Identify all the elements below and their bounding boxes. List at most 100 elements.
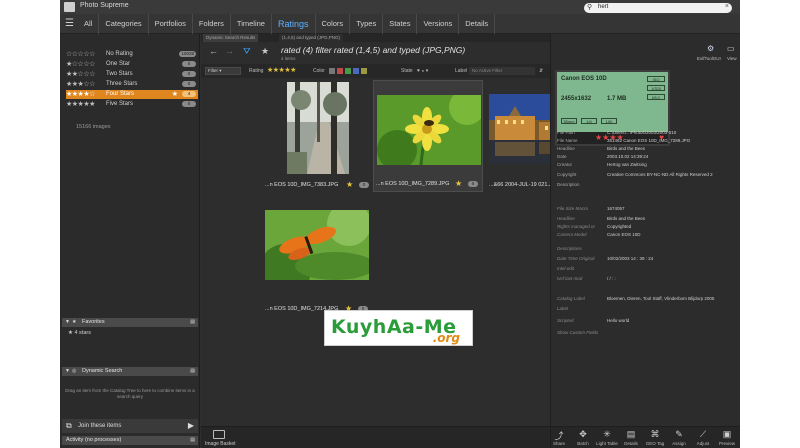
color-swatch[interactable]	[329, 68, 335, 74]
tab-details[interactable]: Details	[459, 14, 496, 34]
favorite-star-icon[interactable]: ★	[261, 46, 269, 57]
adjust-icon[interactable]: ⟋	[691, 429, 715, 440]
item-count: 4 items	[281, 56, 296, 61]
tab-ratings[interactable]: Ratings	[272, 14, 316, 34]
geo-tag-icon[interactable]: ⌘	[643, 429, 667, 440]
tab-folders[interactable]: Folders	[193, 14, 231, 34]
favorite-item-label: 4 stars	[74, 330, 91, 336]
favorite-star-icon[interactable]: ★	[172, 90, 178, 98]
play-icon[interactable]: ▶	[188, 421, 194, 430]
favorite-item[interactable]: ★ 4 stars	[68, 330, 91, 336]
metadata-value[interactable]: 351462 Canon EOS 10D_IMG_7289.JPG	[607, 138, 690, 143]
panel-menu-icon[interactable]: ▤	[190, 368, 195, 374]
tab-dynamic-results[interactable]: Dynamic Search Results	[203, 34, 259, 42]
metadata-row: Intel edit	[557, 266, 737, 273]
metadata-value[interactable]: Creative Commons BY-NC-ND All Rights Res…	[607, 172, 713, 177]
batch-icon[interactable]: ✥	[571, 429, 595, 440]
metadata-value[interactable]: C:\Users\...\Photos\2003\2003-010	[607, 130, 676, 135]
tab-filter-results[interactable]: (1,4,5) and typed (JPG,PNG)	[279, 34, 344, 42]
collapse-arrow-icon[interactable]: ▼	[65, 319, 70, 325]
rating-item-five-stars[interactable]: ★★★★★ Five Stars 0	[66, 100, 198, 109]
color-swatch[interactable]	[337, 68, 343, 74]
metadata-value[interactable]: Birds and the Bees	[607, 216, 645, 221]
rating-item-two-stars[interactable]: ★★☆☆☆ Two Stars 0	[66, 70, 198, 79]
rating-label: One Star	[106, 61, 131, 67]
metadata-row: File Name 351462 Canon EOS 10D_IMG_7289.J…	[557, 138, 737, 145]
watermark-domain: .org	[432, 331, 460, 345]
lcd-chip: 55mm	[561, 118, 577, 124]
tab-colors[interactable]: Colors	[316, 14, 351, 34]
rating-item-no-rating[interactable]: ☆☆☆☆☆ No Rating 15028	[66, 50, 198, 59]
metadata-key: Headline	[557, 216, 575, 221]
tab-all[interactable]: All	[78, 14, 100, 34]
label-filter-select[interactable]: No Active Filter	[469, 67, 535, 75]
back-arrow-icon[interactable]: ←	[209, 46, 218, 56]
panel-menu-icon[interactable]: ▤	[190, 319, 195, 325]
image-basket-bar[interactable]: Image Basket	[201, 426, 550, 448]
metadata-value[interactable]: Copyrighted	[607, 224, 631, 229]
info-panel: ⚙ ExifToolGUI ▭ View Canon EOS 10D ISO 1…	[550, 34, 740, 448]
rating-item-four-stars[interactable]: ★★★★☆ Four Stars ★ 4	[66, 90, 198, 99]
metadata-value[interactable]: Bloemen, Dieren, Tool Staff, Vlinderbom …	[607, 296, 714, 301]
exiftool-icon[interactable]: ⚙	[707, 44, 714, 53]
panel-menu-icon[interactable]: ▤	[190, 437, 195, 443]
search-box[interactable]: ⚲ hert ×	[584, 3, 732, 13]
thumbnail-2[interactable]: ...n EOS 10D_IMG_7289.JPG ★ 0	[373, 80, 483, 192]
thumbnail-4[interactable]: ...n EOS 10D_IMG_7214.JPG ★ 0	[263, 204, 373, 316]
metadata-key: Creator	[557, 162, 573, 167]
join-items-row[interactable]: ⧉ Join these items ▶	[62, 419, 198, 433]
tab-portfolios[interactable]: Portfolios	[149, 14, 193, 34]
metadata-value[interactable]: 1674057	[607, 206, 625, 211]
metadata-value[interactable]: 10/02/2003 14 : 39 : 24	[607, 256, 653, 261]
metadata-value[interactable]: Hertog van Zwitsing	[607, 162, 647, 167]
collapse-arrow-icon[interactable]: ▼	[65, 368, 70, 374]
color-swatch[interactable]	[345, 68, 351, 74]
rating-filter-stars[interactable]: ★★★★★	[267, 66, 296, 74]
light-table-icon[interactable]: ✳	[595, 429, 619, 440]
metadata-value[interactable]: 2003.10.02 14:39:24	[607, 154, 648, 159]
preview-icon[interactable]: ▣	[715, 429, 739, 440]
clear-search-icon[interactable]: ×	[725, 3, 729, 10]
metadata-key: File Path	[557, 130, 575, 135]
result-tabs: Dynamic Search Results (1,4,5) and typed…	[201, 34, 550, 42]
tool-label: Preview	[718, 441, 735, 446]
metadata-value[interactable]: Hello world	[607, 318, 629, 323]
tab-states[interactable]: States	[383, 14, 418, 34]
hamburger-menu-icon[interactable]: ☰	[65, 18, 74, 29]
app-title: Photo Supreme	[80, 2, 129, 9]
sort-select[interactable]: Filter ▾	[205, 67, 241, 75]
tab-categories[interactable]: Categories	[99, 14, 149, 34]
rated-star-icon[interactable]: ★	[346, 180, 353, 189]
favorites-header[interactable]: ▼ ★ Favorites ▤	[62, 318, 198, 327]
tab-versions[interactable]: Versions	[417, 14, 460, 34]
metadata-row: Headline Birds and the Bees	[557, 216, 737, 223]
activity-bar[interactable]: Activity (no processes) ▤	[62, 436, 198, 445]
join-icon: ⧉	[66, 421, 72, 430]
details-icon[interactable]: ▤	[619, 429, 643, 440]
metadata-key: Copyright	[557, 172, 577, 177]
metadata-row: Descriptions	[557, 246, 737, 253]
dynamic-search-header[interactable]: ▼ ◎ Dynamic Search ▤	[62, 367, 198, 376]
rating-stars-icon: ★★★★☆	[66, 91, 95, 98]
metadata-value[interactable]: / / : :	[607, 276, 616, 281]
filter-options-icon[interactable]: ⇵	[539, 68, 543, 74]
photo-forest-path	[287, 82, 349, 174]
forward-arrow-icon[interactable]: →	[225, 46, 234, 56]
view-icon[interactable]: ▭	[727, 44, 735, 53]
color-swatch[interactable]	[361, 68, 367, 74]
color-filter-label: Color	[313, 68, 325, 74]
state-icons[interactable]: ♥ ◒ ▾	[417, 68, 428, 74]
search-input[interactable]: hert	[598, 4, 608, 10]
tab-timeline[interactable]: Timeline	[231, 14, 272, 34]
filter-icon[interactable]: ⛛	[243, 46, 251, 57]
assign-icon[interactable]: ✎	[667, 429, 691, 440]
metadata-value[interactable]: Canon EOS 10D	[607, 232, 641, 237]
rating-item-one-star[interactable]: ★☆☆☆☆ One Star 0	[66, 60, 198, 69]
thumbnail-1[interactable]: ...n EOS 10D_IMG_7383.JPG ★ 0	[263, 80, 373, 192]
tab-types[interactable]: Types	[350, 14, 384, 34]
color-swatch[interactable]	[353, 68, 359, 74]
image-basket-icon[interactable]	[213, 430, 225, 439]
metadata-value[interactable]: Birds and the Bees	[607, 146, 645, 151]
rating-item-three-stars[interactable]: ★★★☆☆ Three Stars 0	[66, 80, 198, 89]
rated-star-icon[interactable]: ★	[455, 179, 462, 188]
